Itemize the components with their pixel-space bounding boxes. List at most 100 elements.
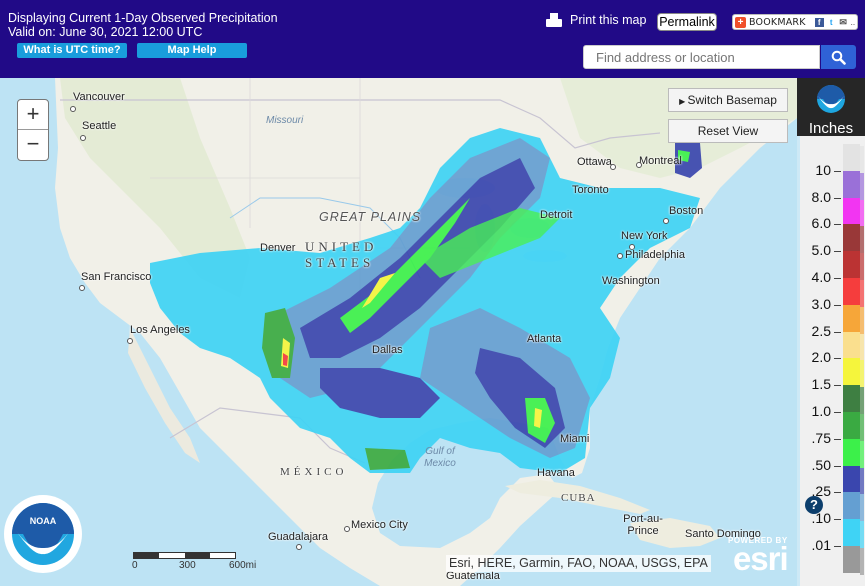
- legend-swatch-side: [860, 414, 864, 441]
- city-label: Philadelphia: [625, 249, 685, 261]
- city-dot: [296, 544, 302, 550]
- legend-swatch: [843, 385, 860, 412]
- legend-swatch: [843, 546, 860, 573]
- facebook-icon[interactable]: f: [814, 17, 824, 27]
- scale-bar: 0 300 600mi: [132, 552, 273, 571]
- city-label: Washington: [602, 275, 660, 287]
- legend-swatch-side: [860, 199, 864, 227]
- permalink-button[interactable]: Permalink: [657, 13, 717, 31]
- legend-label: 8.0: [811, 188, 831, 205]
- bookmark-label: BOOKMARK: [749, 16, 806, 28]
- map-canvas[interactable]: Vancouver Seattle Denver San Francisco L…: [0, 78, 797, 586]
- print-label: Print this map: [570, 13, 647, 27]
- legend-swatch-side: [860, 494, 864, 522]
- legend-swatch: [843, 412, 860, 439]
- scale-label: 0: [132, 560, 138, 571]
- legend-label: .75: [811, 429, 831, 446]
- city-label: Atlanta: [527, 333, 562, 345]
- legend-tick: [834, 224, 841, 226]
- print-map-button[interactable]: Print this map: [546, 13, 646, 27]
- city-label: Port-au-Prince: [623, 513, 663, 537]
- country-label: CUBA: [561, 492, 596, 504]
- header-bar: Displaying Current 1-Day Observed Precip…: [0, 0, 865, 78]
- legend-swatch: [843, 465, 860, 493]
- bookmark-button[interactable]: + BOOKMARK f t ✉ ..: [732, 14, 858, 30]
- reset-view-button[interactable]: Reset View: [668, 119, 788, 143]
- city-label: Detroit: [540, 209, 573, 221]
- noaa-logo: NOAA: [4, 495, 82, 573]
- legend-label: 2.0: [811, 349, 831, 366]
- twitter-icon[interactable]: t: [827, 18, 836, 27]
- city-dot: [344, 526, 350, 532]
- legend-swatch: [843, 519, 860, 546]
- switch-basemap-button[interactable]: ▶ Switch Basemap: [668, 88, 788, 112]
- legend-tick: [834, 331, 841, 333]
- legend-swatch: [843, 224, 860, 252]
- legend-swatch-side: [860, 387, 864, 414]
- zoom-out-button[interactable]: −: [18, 130, 48, 160]
- city-label: Guadalajara: [268, 531, 328, 543]
- legend-label: .01: [811, 537, 831, 553]
- legend-tick: [834, 385, 841, 387]
- city-dot: [617, 253, 623, 259]
- legend-tick: [834, 412, 841, 413]
- legend-swatch: [843, 438, 860, 466]
- city-label: Boston: [669, 205, 704, 217]
- search-button[interactable]: [821, 45, 856, 69]
- svg-text:NOAA: NOAA: [30, 516, 57, 526]
- legend-label: 4.0: [811, 269, 831, 285]
- city-label: Miami: [560, 433, 590, 445]
- legend-swatch-side: [860, 360, 864, 388]
- city-label: Havana: [537, 467, 575, 479]
- city-dot: [636, 162, 642, 168]
- printer-icon: [546, 13, 562, 27]
- legend-tick: [834, 358, 841, 360]
- legend-swatch: [843, 251, 860, 278]
- more-icon[interactable]: ..: [851, 18, 855, 27]
- legend-swatch-side: [860, 226, 864, 254]
- legend-tick: [834, 304, 841, 306]
- city-label: Seattle: [82, 120, 117, 132]
- city-dot: [127, 338, 133, 344]
- city-label: Montreal: [639, 155, 682, 167]
- legend-label: 1.0: [811, 403, 831, 419]
- legend-label: .50: [811, 456, 831, 473]
- addthis-plus-icon: +: [735, 16, 746, 28]
- city-label: Toronto: [572, 184, 609, 196]
- email-icon[interactable]: ✉: [839, 17, 848, 27]
- what-is-utc-button[interactable]: What is UTC time?: [17, 43, 127, 58]
- city-label: San Francisco: [81, 271, 152, 283]
- scale-label: 300: [179, 560, 196, 571]
- legend-tick: [834, 546, 841, 547]
- legend-label: 3.0: [811, 295, 831, 312]
- legend-label: 2.5: [811, 322, 831, 339]
- map-attribution: Esri, HERE, Garmin, FAO, NOAA, USGS, EPA: [446, 555, 711, 572]
- zoom-in-button[interactable]: +: [18, 100, 48, 130]
- city-label: Denver: [260, 242, 296, 254]
- valid-time: Valid on: June 30, 2021 12:00 UTC: [8, 25, 203, 39]
- map-help-button[interactable]: Map Help: [137, 43, 247, 58]
- legend-swatch: [843, 304, 860, 332]
- country-label: UNITED STATES: [305, 239, 378, 270]
- legend-label: 6.0: [811, 215, 831, 232]
- city-label: Dallas: [372, 344, 403, 356]
- legend-tick: [834, 170, 841, 172]
- legend-unit: Inches: [808, 120, 854, 137]
- legend-label: 10: [815, 161, 831, 178]
- city-dot: [70, 106, 76, 112]
- country-label: MÉXICO: [280, 466, 348, 478]
- legend-help-button[interactable]: ?: [805, 496, 823, 514]
- location-search-input[interactable]: [583, 45, 820, 69]
- legend-swatch-side: [860, 440, 864, 468]
- legend-tick: [834, 251, 841, 253]
- legend-swatch: [843, 144, 860, 171]
- legend-swatch: [843, 358, 860, 386]
- city-label: Ottawa: [577, 156, 612, 168]
- legend-tick: [834, 492, 841, 494]
- city-label: New York: [621, 230, 668, 242]
- legend-tick: [834, 438, 841, 440]
- legend-tick: [834, 278, 841, 279]
- legend-tick: [834, 519, 841, 521]
- city-dot: [80, 135, 86, 141]
- zoom-control: + −: [17, 99, 49, 161]
